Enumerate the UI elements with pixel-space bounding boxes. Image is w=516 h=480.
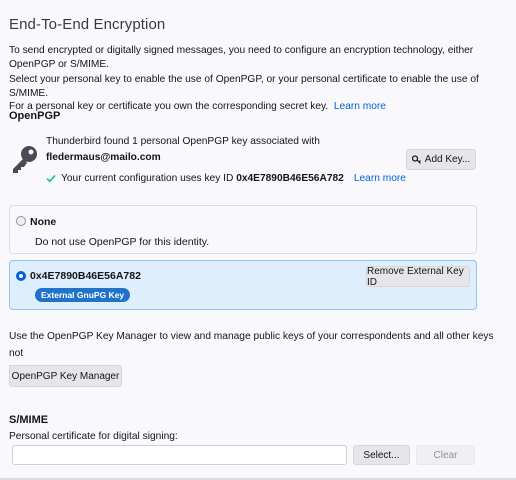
found-key-text: Thunderbird found 1 personal OpenPGP key… (46, 136, 320, 147)
add-key-button[interactable]: Add Key... (406, 149, 476, 170)
current-config-row: Your current configuration uses key ID 0… (46, 173, 406, 184)
signing-certificate-field[interactable] (12, 445, 347, 465)
remove-external-key-button[interactable]: Remove External Key ID (366, 266, 470, 288)
external-key-badge: External GnuPG Key (35, 288, 131, 302)
add-key-icon (411, 155, 421, 164)
openpgp-none-option[interactable]: None Do not use OpenPGP for this identit… (9, 205, 477, 254)
key-radio[interactable] (16, 271, 26, 281)
openpgp-key-manager-button[interactable]: OpenPGP Key Manager (9, 365, 122, 387)
intro-line-1: To send encrypted or digitally signed me… (9, 45, 474, 56)
key-manager-line-1: Use the OpenPGP Key Manager to view and … (9, 331, 494, 359)
checkmark-icon (46, 174, 56, 183)
intro-text: To send encrypted or digitally signed me… (9, 44, 509, 114)
key-option-label: 0x4E7890B46E56A782 (30, 270, 141, 282)
key-icon (13, 146, 37, 173)
intro-line-3: Select your personal key to enable the u… (9, 74, 479, 99)
config-key-id: 0x4E7890B46E56A782 (236, 173, 344, 184)
config-learn-more-link[interactable]: Learn more (354, 173, 406, 184)
select-certificate-button[interactable]: Select... (353, 445, 410, 465)
none-radio[interactable] (16, 216, 26, 226)
intro-learn-more-link[interactable]: Learn more (334, 101, 386, 112)
signing-certificate-label: Personal certificate for digital signing… (9, 431, 178, 442)
config-text: Your current configuration uses key ID (61, 173, 234, 184)
intro-line-2: OpenPGP or S/MIME. (9, 58, 110, 70)
intro-line-4-wrap: For a personal key or certificate you ow… (9, 100, 509, 114)
smime-heading: S/MIME (9, 414, 49, 426)
identity-email: fledermaus@mailo.com (46, 152, 161, 163)
add-key-label: Add Key... (424, 154, 471, 165)
openpgp-heading: OpenPGP (9, 110, 61, 122)
none-description: Do not use OpenPGP for this identity. (35, 236, 210, 248)
none-label: None (30, 216, 57, 228)
openpgp-key-option[interactable]: 0x4E7890B46E56A782 External GnuPG Key Re… (9, 260, 477, 310)
page-title: End-To-End Encryption (9, 16, 166, 33)
clear-certificate-button[interactable]: Clear (416, 445, 475, 465)
